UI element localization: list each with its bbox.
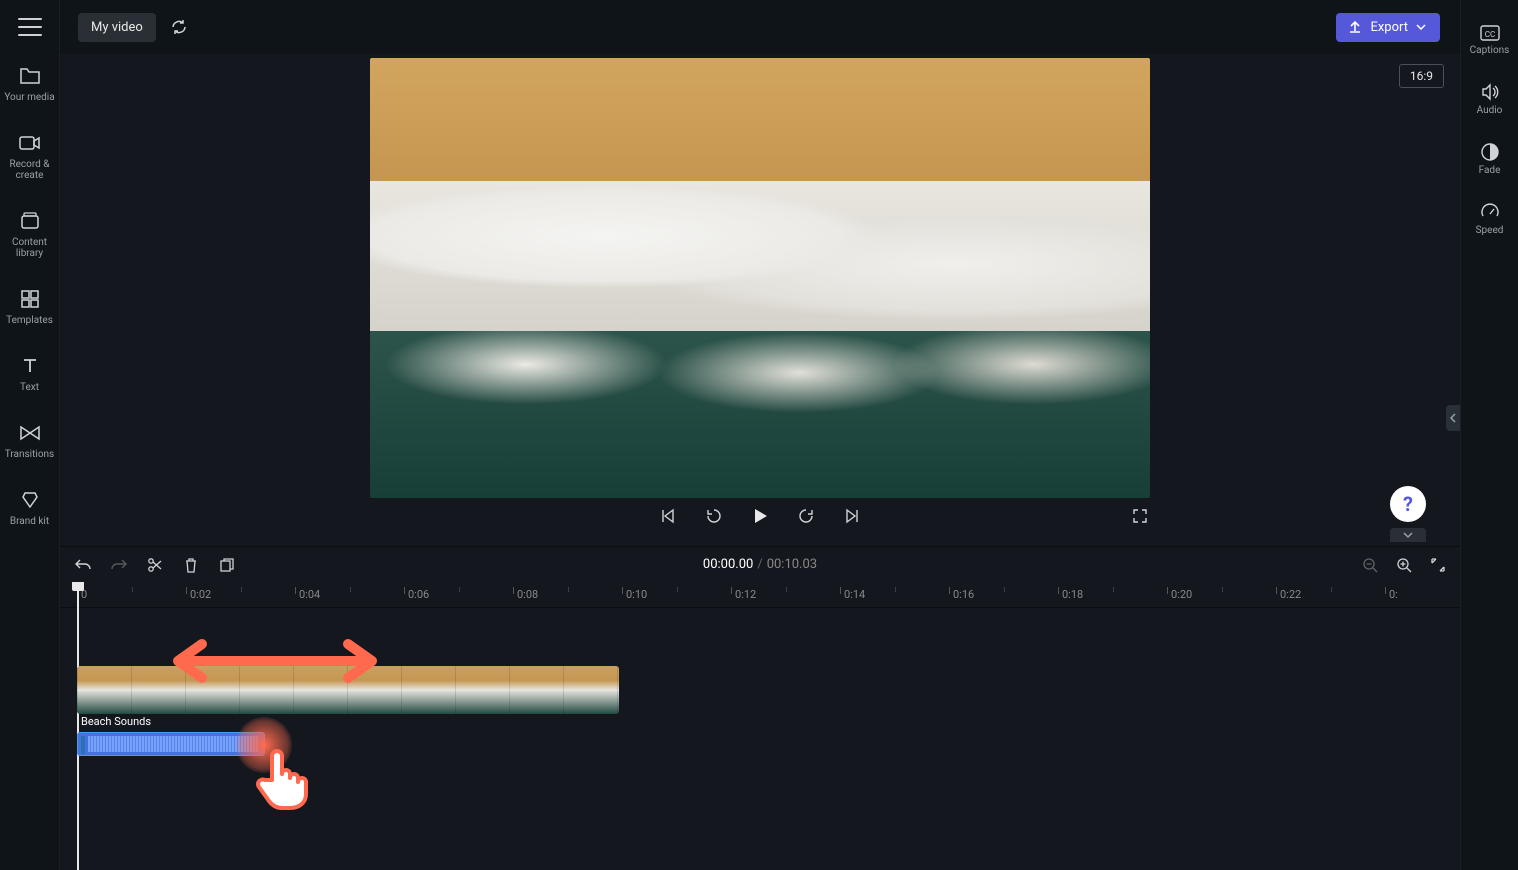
sidebar-item-your-media[interactable]: Your media bbox=[0, 64, 60, 103]
export-button-label: Export bbox=[1370, 20, 1408, 35]
play-button[interactable] bbox=[750, 506, 770, 526]
sidebar-item-fade[interactable]: Fade bbox=[1461, 142, 1518, 176]
sidebar-item-label: Transitions bbox=[5, 449, 54, 460]
timeline-tracks: Beach Sounds bbox=[60, 608, 1460, 870]
speaker-icon bbox=[1480, 82, 1500, 102]
templates-icon bbox=[18, 287, 42, 311]
sidebar-item-label: Content library bbox=[12, 237, 47, 259]
transitions-icon bbox=[18, 421, 42, 445]
upload-icon bbox=[1348, 20, 1362, 34]
timeline-toolbar: 00:00.00/00:10.03 bbox=[60, 546, 1460, 582]
aspect-ratio-selector[interactable]: 16:9 bbox=[1399, 64, 1444, 88]
timecode-display: 00:00.00/00:10.03 bbox=[703, 557, 817, 572]
help-button[interactable]: ? bbox=[1390, 486, 1426, 522]
sidebar-item-label: Fade bbox=[1479, 165, 1501, 176]
video-preview[interactable] bbox=[370, 58, 1150, 498]
sidebar-item-label: Templates bbox=[6, 315, 53, 326]
folder-icon bbox=[18, 64, 42, 88]
zoom-fit-button[interactable] bbox=[1428, 555, 1448, 575]
top-bar: My video Export bbox=[60, 0, 1460, 54]
redo-button[interactable] bbox=[108, 554, 130, 576]
sidebar-item-label: Captions bbox=[1470, 45, 1510, 56]
sidebar-right: CC Captions Audio Fade Speed bbox=[1460, 0, 1518, 870]
sidebar-item-label: Brand kit bbox=[10, 516, 49, 527]
preview-area: 16:9 ? bbox=[60, 54, 1460, 546]
sidebar-item-text[interactable]: Text bbox=[0, 354, 60, 393]
sidebar-item-templates[interactable]: Templates bbox=[0, 287, 60, 326]
expand-right-panel-handle[interactable] bbox=[1446, 405, 1460, 431]
timeline-ruler[interactable]: 00:020:040:060:080:100:120:140:160:180:2… bbox=[60, 582, 1460, 608]
duplicate-button[interactable] bbox=[216, 554, 238, 576]
brandkit-icon bbox=[18, 488, 42, 512]
sidebar-item-transitions[interactable]: Transitions bbox=[0, 421, 60, 460]
text-icon bbox=[18, 354, 42, 378]
timecode-total: 00:10.03 bbox=[767, 557, 817, 572]
zoom-in-button[interactable] bbox=[1394, 555, 1414, 575]
sync-icon[interactable] bbox=[170, 18, 188, 36]
fade-icon bbox=[1480, 142, 1500, 162]
sidebar-item-brand-kit[interactable]: Brand kit bbox=[0, 488, 60, 527]
sidebar-item-audio[interactable]: Audio bbox=[1461, 82, 1518, 116]
timecode-current: 00:00.00 bbox=[703, 557, 753, 572]
video-clip[interactable] bbox=[77, 666, 619, 714]
sidebar-item-label: Text bbox=[20, 382, 39, 393]
audio-clip[interactable] bbox=[77, 732, 265, 756]
sidebar-item-captions[interactable]: CC Captions bbox=[1461, 24, 1518, 56]
timeline-zoom-controls bbox=[1360, 555, 1448, 575]
menu-button[interactable] bbox=[18, 18, 42, 36]
captions-icon: CC bbox=[1479, 24, 1501, 42]
split-button[interactable] bbox=[144, 554, 166, 576]
skip-start-button[interactable] bbox=[658, 506, 678, 526]
transport-controls bbox=[370, 506, 1150, 526]
export-button[interactable]: Export bbox=[1336, 13, 1440, 42]
skip-end-button[interactable] bbox=[842, 506, 862, 526]
sidebar-item-label: Record & create bbox=[9, 159, 49, 181]
project-title[interactable]: My video bbox=[78, 13, 156, 42]
sidebar-item-content-library[interactable]: Content library bbox=[0, 209, 60, 259]
audio-clip-label: Beach Sounds bbox=[77, 713, 1460, 731]
sidebar-item-speed[interactable]: Speed bbox=[1461, 202, 1518, 236]
forward-button[interactable] bbox=[796, 506, 816, 526]
library-icon bbox=[18, 209, 42, 233]
sidebar-item-label: Speed bbox=[1476, 225, 1504, 236]
zoom-out-button[interactable] bbox=[1360, 555, 1380, 575]
audio-clip-trim-handle-left[interactable] bbox=[81, 736, 85, 754]
sidebar-item-label: Your media bbox=[4, 92, 54, 103]
fullscreen-button[interactable] bbox=[1130, 506, 1150, 526]
delete-button[interactable] bbox=[180, 554, 202, 576]
undo-button[interactable] bbox=[72, 554, 94, 576]
collapse-panel-button[interactable] bbox=[1390, 528, 1426, 542]
sidebar-item-record-create[interactable]: Record & create bbox=[0, 131, 60, 181]
sidebar-item-label: Audio bbox=[1477, 105, 1503, 116]
svg-text:CC: CC bbox=[1484, 30, 1494, 39]
timeline: 00:020:040:060:080:100:120:140:160:180:2… bbox=[60, 582, 1460, 870]
speedometer-icon bbox=[1480, 202, 1500, 222]
sidebar-left: Your media Record & create Content libra… bbox=[0, 0, 60, 870]
chevron-down-icon bbox=[1416, 24, 1426, 30]
camera-icon bbox=[18, 131, 42, 155]
rewind-button[interactable] bbox=[704, 506, 724, 526]
